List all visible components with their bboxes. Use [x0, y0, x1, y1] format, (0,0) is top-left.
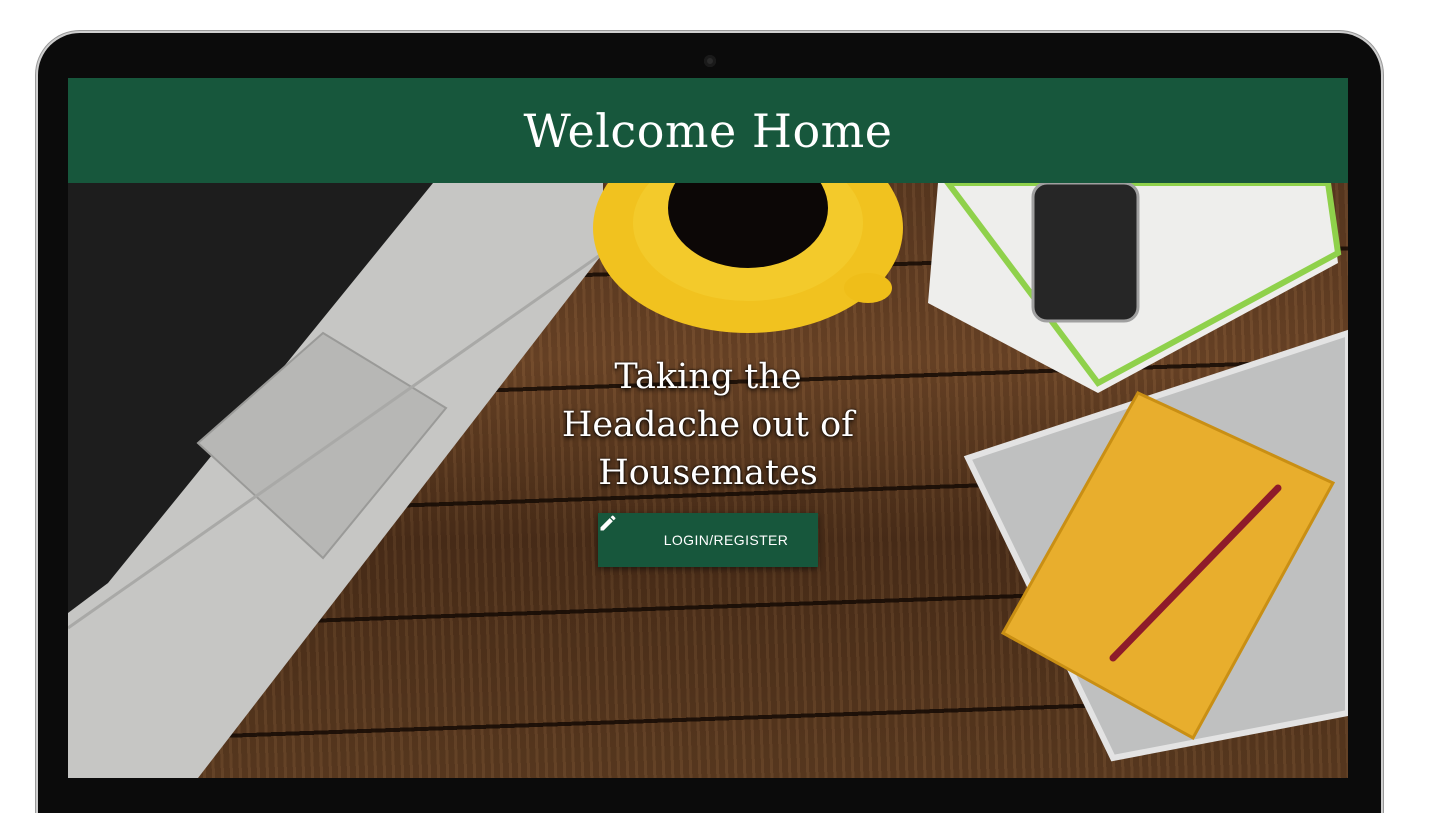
camera — [704, 55, 716, 67]
login-register-button[interactable]: LOGIN/REGISTER — [598, 513, 818, 567]
page-title: Welcome Home — [523, 103, 893, 158]
login-register-label: LOGIN/REGISTER — [663, 532, 789, 548]
tagline-line-2: Headache out of — [561, 405, 855, 445]
tagline-line-3: Housemates — [598, 453, 818, 493]
laptop-frame: Welcome Home Taking the Headache out of … — [38, 33, 1381, 813]
hero-section: Taking the Headache out of Housemates LO… — [68, 183, 1348, 778]
hero-tagline: Taking the Headache out of Housemates — [508, 353, 908, 497]
app-screen: Welcome Home Taking the Headache out of … — [68, 78, 1348, 778]
tablet-notebook-image — [963, 329, 1348, 762]
coffee-cup-image — [593, 183, 903, 333]
tagline-line-1: Taking the — [614, 357, 802, 397]
pencil-icon — [600, 515, 648, 550]
app-header: Welcome Home — [68, 78, 1348, 183]
